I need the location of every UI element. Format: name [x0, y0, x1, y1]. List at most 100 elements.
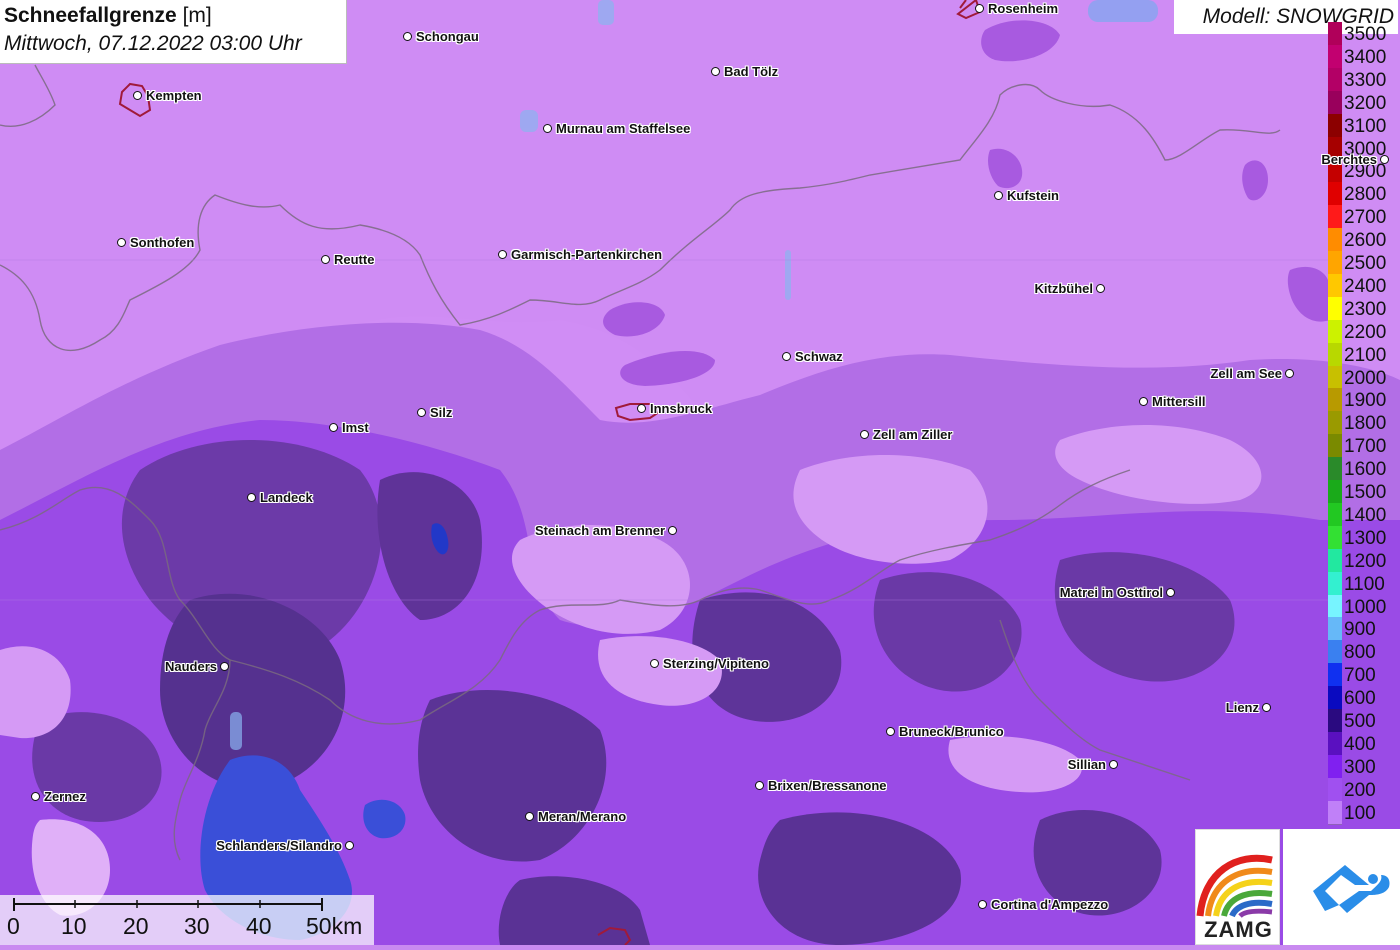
legend-swatch	[1328, 434, 1342, 459]
legend-label: 3500	[1344, 24, 1387, 45]
city-label: Rosenheim	[988, 1, 1059, 16]
legend-swatch	[1328, 205, 1342, 230]
city-label: Imst	[342, 420, 369, 435]
legend-swatch	[1328, 22, 1342, 46]
city-label: Cortina d'Ampezzo	[991, 897, 1109, 912]
legend-row: 900	[1328, 617, 1400, 642]
legend-swatch	[1328, 548, 1342, 573]
legend-label: 1700	[1344, 436, 1387, 458]
city-label: Kufstein	[1007, 188, 1059, 203]
city-dot	[1380, 155, 1389, 164]
legend-label: 500	[1344, 711, 1376, 732]
scale-bar: 0 10 20 30 40 50km	[0, 895, 374, 945]
legend-row: 2000	[1328, 365, 1400, 390]
scale-label-10: 10	[61, 913, 87, 939]
map-subtitle: Mittwoch, 07.12.2022 03:00 Uhr	[4, 32, 302, 55]
city-dot	[755, 781, 764, 790]
legend-swatch	[1328, 342, 1342, 367]
legend-row: 1000	[1328, 594, 1400, 619]
city-dot	[650, 659, 659, 668]
city-dot	[782, 352, 791, 361]
city-label: Innsbruck	[650, 401, 713, 416]
legend-label: 3300	[1344, 69, 1387, 91]
legend-row: 2200	[1328, 319, 1400, 344]
city-label: Landeck	[260, 490, 313, 505]
city-label: Steinach am Brenner	[534, 523, 665, 538]
legend-label: 2700	[1344, 207, 1387, 229]
cloud-logo	[1283, 829, 1400, 945]
legend-label: 200	[1344, 779, 1376, 801]
city-label: Berchtes	[1321, 152, 1377, 167]
legend-swatch	[1328, 686, 1342, 711]
legend-row: 1800	[1328, 411, 1400, 436]
legend-label: 1200	[1344, 550, 1387, 572]
legend-row: 400	[1328, 731, 1400, 756]
legend-label: 100	[1344, 802, 1376, 824]
legend-swatch	[1328, 365, 1342, 390]
zamg-logo-text: ZAMG	[1204, 917, 1273, 942]
legend-label: 600	[1344, 688, 1376, 710]
legend-row: 3300	[1328, 67, 1400, 92]
legend-row: 2700	[1328, 205, 1400, 230]
legend-swatch	[1328, 731, 1342, 756]
legend-label: 2800	[1344, 184, 1387, 206]
title-box: Schneefallgrenze [m] Mittwoch, 07.12.202…	[0, 0, 347, 64]
city-label: Garmisch-Partenkirchen	[511, 247, 663, 262]
legend-label: 1400	[1344, 504, 1387, 526]
legend-row: 100	[1328, 800, 1400, 825]
city-label: Nauders	[164, 659, 217, 674]
city-label: Silz	[430, 405, 453, 420]
legend-swatch	[1328, 67, 1342, 92]
legend-label: 1000	[1344, 596, 1387, 618]
legend-swatch	[1328, 525, 1342, 550]
city-dot	[403, 32, 412, 41]
legend-swatch	[1328, 617, 1342, 642]
legend-label: 1800	[1344, 413, 1387, 435]
legend-row: 3500	[1328, 22, 1400, 46]
city-dot	[247, 493, 256, 502]
legend-swatch	[1328, 296, 1342, 321]
cloud-arrow-icon	[1313, 865, 1390, 913]
legend-row: 700	[1328, 663, 1400, 688]
city-label: Brixen/Bressanone	[768, 778, 887, 793]
legend-row: 200	[1328, 777, 1400, 802]
scale-label-30: 30	[184, 913, 210, 939]
legend-label: 1500	[1344, 482, 1387, 503]
city-dot	[329, 423, 338, 432]
legend-label: 2100	[1344, 344, 1387, 366]
city-label: Murnau am Staffelsee	[556, 121, 691, 136]
legend-swatch	[1328, 228, 1342, 253]
city-label: Mittersill	[1152, 394, 1206, 409]
city-label: Bruneck/Brunico	[899, 724, 1004, 739]
city-dot	[1096, 284, 1105, 293]
city-dot	[1109, 760, 1118, 769]
legend-swatch	[1328, 44, 1342, 69]
legend-row: 2800	[1328, 182, 1400, 207]
rainbow-arc-icon	[1196, 854, 1273, 918]
legend-label: 3100	[1344, 115, 1387, 137]
legend-row: 800	[1328, 640, 1400, 665]
scale-label-50km: 50km	[306, 913, 363, 939]
city-dot	[525, 812, 534, 821]
legend-row: 3100	[1328, 113, 1400, 138]
legend-swatch	[1328, 457, 1342, 482]
city-dot	[668, 526, 677, 535]
legend-label: 1300	[1344, 527, 1387, 549]
legend-swatch	[1328, 502, 1342, 527]
legend-label: 2600	[1344, 230, 1387, 252]
legend-label: 1600	[1344, 459, 1387, 481]
city-label: Schlanders/Silandro	[216, 838, 342, 853]
city-dot	[321, 255, 330, 264]
legend-label: 700	[1344, 665, 1376, 687]
legend-swatch	[1328, 113, 1342, 138]
scale-label-0: 0	[7, 913, 20, 939]
city-dot	[975, 4, 984, 13]
legend-swatch	[1328, 777, 1342, 802]
legend-row: 1300	[1328, 525, 1400, 550]
legend-label: 2000	[1344, 367, 1387, 389]
city-label: Bad Tölz	[724, 64, 779, 79]
city-dot	[978, 900, 987, 909]
city-label: Schongau	[416, 29, 479, 44]
city-dot	[1262, 703, 1271, 712]
city-dot	[543, 124, 552, 133]
